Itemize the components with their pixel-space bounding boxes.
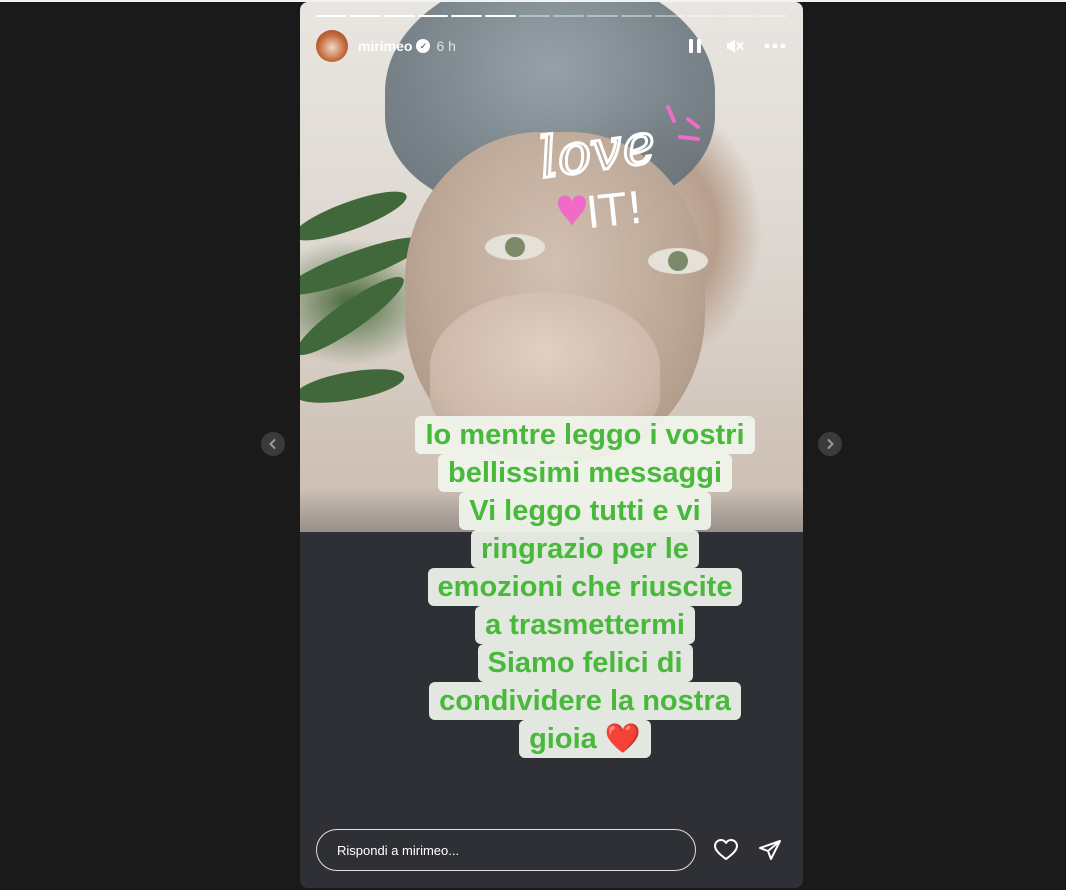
story-controls xyxy=(683,34,787,58)
progress-segment xyxy=(417,15,449,17)
story-progress-bar xyxy=(316,15,788,17)
plant-leaf xyxy=(300,362,407,410)
pause-button[interactable] xyxy=(683,34,707,58)
progress-segment xyxy=(349,15,381,17)
progress-segment xyxy=(756,15,788,17)
chevron-left-icon xyxy=(269,439,276,449)
sticker-it-text: IT! xyxy=(584,182,647,239)
next-story-button[interactable] xyxy=(818,432,842,456)
progress-segment xyxy=(485,15,517,17)
more-options-icon xyxy=(764,43,786,49)
story-header: mirimeo ✓ 6 h xyxy=(316,28,787,64)
caption-line: bellissimi messaggi xyxy=(437,454,732,492)
progress-segment xyxy=(620,15,652,17)
progress-segment xyxy=(316,15,347,17)
progress-segment xyxy=(519,15,551,17)
story-reply-bar xyxy=(316,828,787,872)
progress-segment xyxy=(451,15,483,17)
progress-segment xyxy=(688,15,720,17)
heart-icon xyxy=(714,839,738,860)
caption-text: Io mentre leggo i vostri bellissimi messa… xyxy=(390,416,780,758)
previous-story-button[interactable] xyxy=(261,432,285,456)
sticker-heart-icon xyxy=(558,195,586,227)
post-time: 6 h xyxy=(436,38,456,54)
more-options-button[interactable] xyxy=(763,34,787,58)
love-it-sticker: love IT! xyxy=(528,97,708,242)
mute-icon xyxy=(727,39,744,53)
progress-segment xyxy=(586,15,618,17)
red-heart-emoji: ❤️ xyxy=(604,723,641,755)
progress-segment xyxy=(553,15,584,17)
caption-line-text: gioia xyxy=(529,723,597,755)
avatar[interactable] xyxy=(316,30,348,62)
progress-segment xyxy=(383,15,415,17)
sticker-love-text: love xyxy=(535,111,659,192)
right-eye xyxy=(648,248,708,274)
caption-line: a trasmettermi xyxy=(475,606,695,644)
caption-line: Siamo felici di xyxy=(477,644,693,682)
reply-input[interactable] xyxy=(316,829,696,871)
sticker-sparkle-icon xyxy=(666,105,700,141)
chevron-right-icon xyxy=(827,439,834,449)
username[interactable]: mirimeo xyxy=(358,38,412,54)
share-button[interactable] xyxy=(756,836,784,864)
verified-badge-icon: ✓ xyxy=(416,39,431,53)
caption-line: Vi leggo tutti e vi xyxy=(459,492,711,530)
caption-line: gioia ❤️ xyxy=(519,720,651,758)
pause-icon xyxy=(689,39,701,53)
caption-line: condividere la nostra xyxy=(429,682,741,720)
like-button[interactable] xyxy=(712,836,740,864)
story-viewer[interactable]: mirimeo ✓ 6 h love IT! Io mentre leggo i… xyxy=(300,2,803,888)
caption-line: ringrazio per le xyxy=(471,530,699,568)
progress-segment xyxy=(722,15,754,17)
send-icon xyxy=(759,840,781,860)
progress-segment xyxy=(654,15,686,17)
caption-line: emozioni che riuscite xyxy=(427,568,743,606)
caption-line: Io mentre leggo i vostri xyxy=(415,416,755,454)
mute-button[interactable] xyxy=(723,34,747,58)
